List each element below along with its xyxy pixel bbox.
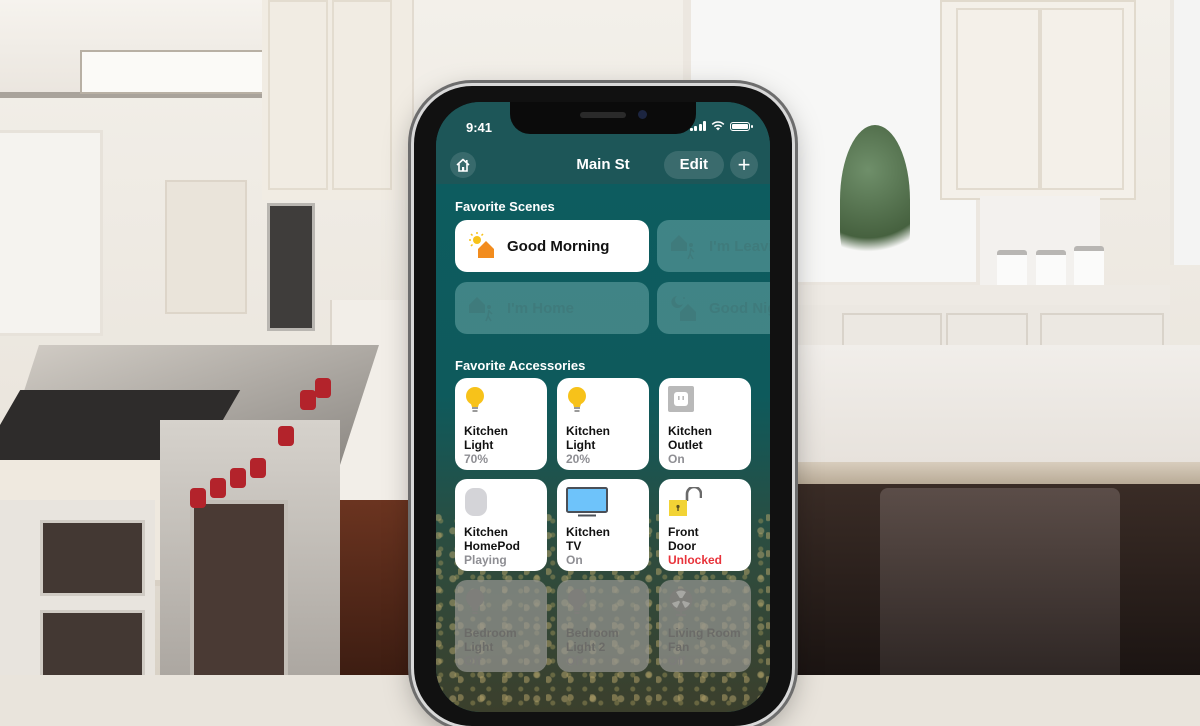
kitchen-island (790, 345, 1200, 463)
drawers-left (0, 500, 155, 675)
island-edge (790, 462, 1200, 484)
accessory-status: 70% (464, 452, 489, 466)
battery-icon (730, 121, 753, 131)
spice-shelf (165, 180, 247, 314)
upper-cabinet-left (262, 0, 414, 200)
accessory-name: Front Door (668, 525, 699, 553)
homepod-icon (464, 487, 490, 516)
accessory-status: On (668, 452, 685, 466)
range-front (160, 378, 340, 675)
notch (510, 102, 696, 134)
range-hood (0, 0, 267, 98)
nav-bar: Main St Edit + (436, 150, 770, 182)
scene-im-leaving[interactable]: I'm Leaving (657, 220, 770, 272)
accessory-status: 20% (566, 452, 591, 466)
accessory-name: Living Room Fan (668, 626, 741, 654)
house-walking-person-icon (669, 231, 699, 261)
accessory-kitchen-light-2[interactable]: Kitchen Light 20% (557, 378, 649, 470)
counter-right (790, 285, 1170, 305)
wifi-icon (711, 121, 725, 131)
tv-icon (566, 487, 608, 517)
scene-label: I'm Leaving (709, 237, 770, 255)
status-time: 9:41 (466, 120, 493, 135)
accessory-name: Kitchen Light (464, 424, 509, 452)
accessory-name: Kitchen HomePod (464, 525, 521, 553)
lightbulb-icon (464, 588, 490, 616)
potted-tree (840, 125, 910, 275)
front-camera (638, 110, 647, 119)
moon-house-icon (669, 293, 699, 323)
wall-niche (0, 130, 103, 336)
accessory-front-door[interactable]: Front Door Unlocked (659, 479, 751, 571)
upper-cabinet-right (940, 0, 1136, 200)
accessory-bedroom-light[interactable]: Bedroom Light Off (455, 580, 547, 672)
bar-chair (880, 488, 1120, 675)
drawers-right (790, 305, 1170, 350)
accessory-name: Kitchen Outlet (668, 424, 713, 452)
earpiece-speaker (580, 112, 626, 118)
accessory-status: Off (668, 654, 686, 668)
accessory-kitchen-tv[interactable]: Kitchen TV On (557, 479, 649, 571)
scene-good-morning[interactable]: Good Morning (455, 220, 649, 272)
accessory-living-room-fan[interactable]: Living Room Fan Off (659, 580, 751, 672)
scene-im-home[interactable]: I'm Home (455, 282, 649, 334)
scene-good-night[interactable]: Good Night (657, 282, 770, 334)
accessory-status: Off (566, 654, 584, 668)
favorite-scenes-heading: Favorite Scenes (455, 199, 555, 214)
accessory-kitchen-homepod[interactable]: Kitchen HomePod Playing (455, 479, 547, 571)
favorite-accessories-heading: Favorite Accessories (455, 358, 586, 373)
lightbulb-icon (566, 588, 592, 616)
scene-label: I'm Home (507, 299, 574, 317)
unlocked-padlock-icon (668, 485, 703, 516)
home-app-screen: 9:41 Main St Edit + Favorite Scenes Good… (436, 102, 770, 712)
accessory-status: Unlocked (668, 553, 723, 567)
sun-house-icon (467, 231, 497, 261)
right-window (1170, 0, 1200, 265)
wall-oven (267, 203, 315, 331)
accessory-kitchen-outlet[interactable]: Kitchen Outlet On (659, 378, 751, 470)
cellular-signal-icon (689, 121, 706, 131)
accessory-name: Kitchen Light (566, 424, 611, 452)
accessory-name: Bedroom Light 2 (566, 626, 619, 654)
accessory-status: On (566, 553, 583, 567)
accessory-name: Bedroom Light (464, 626, 517, 654)
outlet-icon (668, 386, 694, 414)
iphone: 9:41 Main St Edit + Favorite Scenes Good… (414, 86, 792, 726)
accessory-status: Off (464, 654, 482, 668)
status-icons (689, 121, 753, 131)
accessory-status: Playing (464, 553, 507, 567)
house-walking-person-icon (467, 293, 497, 323)
scene-label: Good Morning (507, 237, 610, 255)
accessory-name: Kitchen TV (566, 525, 611, 553)
fan-icon (668, 588, 694, 616)
scene-label: Good Night (709, 299, 770, 317)
lightbulb-icon (464, 386, 490, 414)
accessory-kitchen-light-1[interactable]: Kitchen Light 70% (455, 378, 547, 470)
add-button[interactable]: + (730, 151, 758, 179)
lightbulb-icon (566, 386, 592, 414)
edit-button[interactable]: Edit (663, 151, 724, 179)
accessory-bedroom-light-2[interactable]: Bedroom Light 2 Off (557, 580, 649, 672)
